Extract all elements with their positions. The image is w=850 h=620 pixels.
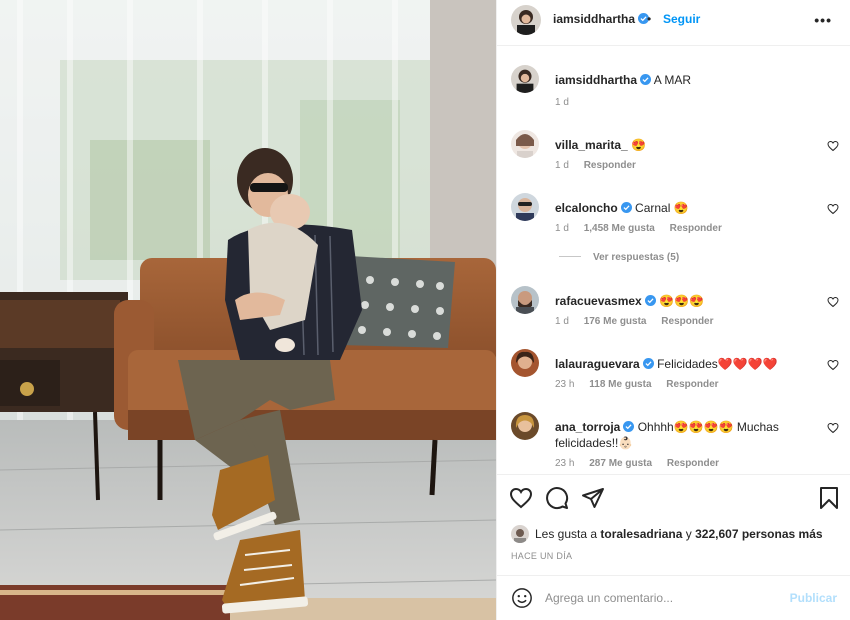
- comment-like-heart-icon[interactable]: [827, 359, 839, 371]
- liker-avatar[interactable]: [511, 525, 529, 543]
- comment-like-heart-icon[interactable]: [827, 203, 839, 215]
- share-icon[interactable]: [581, 486, 605, 510]
- follow-button[interactable]: Seguir: [663, 12, 700, 26]
- reply-button[interactable]: Responder: [667, 458, 719, 469]
- commenter-avatar[interactable]: [511, 349, 539, 377]
- post-actions: Les gusta a toralesadriana y 322,607 per…: [497, 474, 850, 574]
- comment-body: 😍: [631, 138, 647, 152]
- caption-avatar[interactable]: [511, 65, 539, 93]
- caption-meta: 1 d: [555, 97, 581, 108]
- comment-text: elcaloncho Carnal 😍: [555, 200, 815, 216]
- comment-time: 23 h: [555, 379, 575, 390]
- comment-meta: 1 d Responder: [555, 160, 648, 171]
- verified-badge-icon: [642, 358, 654, 369]
- post-header: iamsiddhartha • Seguir •••: [497, 0, 850, 46]
- commenter-avatar[interactable]: [511, 130, 539, 158]
- verified-badge-icon: [620, 202, 632, 213]
- comment-meta: 1 d 1,458 Me gusta Responder: [555, 223, 734, 234]
- more-options-icon[interactable]: •••: [814, 12, 832, 28]
- likes-summary: Les gusta a toralesadriana y 322,607 per…: [511, 525, 823, 543]
- comment-like-count[interactable]: 176 Me gusta: [584, 316, 647, 327]
- comment-input[interactable]: [545, 585, 775, 611]
- replies-divider: [559, 256, 581, 257]
- reply-button[interactable]: Responder: [666, 379, 718, 390]
- commenter-avatar[interactable]: [511, 412, 539, 440]
- comment-body: Felicidades❤️❤️❤️❤️: [657, 357, 778, 371]
- verified-badge-icon: [644, 295, 656, 306]
- publish-button[interactable]: Publicar: [790, 591, 837, 605]
- reply-button[interactable]: Responder: [661, 316, 713, 327]
- separator-dot: •: [647, 12, 652, 26]
- comment-text: villa_marita_ 😍: [555, 137, 815, 153]
- comment-username[interactable]: rafacuevasmex: [555, 294, 642, 308]
- comment-meta: 23 h 287 Me gusta Responder: [555, 458, 731, 469]
- view-replies-label[interactable]: Ver respuestas (5): [593, 252, 679, 263]
- post-photo[interactable]: [0, 0, 496, 620]
- add-comment-bar: Publicar: [497, 575, 850, 620]
- comment-like-count[interactable]: 287 Me gusta: [589, 458, 652, 469]
- comment-like-heart-icon[interactable]: [827, 296, 839, 308]
- likes-prefix: Les gusta a: [535, 527, 598, 541]
- comments-list[interactable]: iamsiddhartha A MAR 1 d villa_marita_ 😍 …: [497, 47, 850, 473]
- comment-time: 1 d: [555, 316, 569, 327]
- post-timestamp[interactable]: HACE UN DÍA: [511, 551, 572, 561]
- heart-icon[interactable]: [509, 486, 533, 510]
- view-replies-button[interactable]: Ver respuestas (5): [559, 252, 679, 263]
- caption-body: A MAR: [653, 73, 692, 87]
- comment-body: 😍😍😍: [659, 294, 704, 308]
- caption-time: 1 d: [555, 97, 569, 108]
- verified-badge-icon: [640, 74, 652, 85]
- bookmark-icon[interactable]: [817, 486, 841, 510]
- commenter-avatar[interactable]: [511, 286, 539, 314]
- comment-username[interactable]: villa_marita_: [555, 138, 628, 152]
- comment-username[interactable]: ana_torroja: [555, 420, 620, 434]
- caption-username[interactable]: iamsiddhartha: [555, 73, 637, 87]
- comment-text: lalauraguevara Felicidades❤️❤️❤️❤️: [555, 356, 815, 372]
- verified-badge-icon: [623, 421, 635, 432]
- comment-username[interactable]: lalauraguevara: [555, 357, 640, 371]
- caption-text: iamsiddhartha A MAR: [555, 72, 815, 88]
- comment-body: Carnal 😍: [635, 201, 689, 215]
- likes-connector: y: [685, 527, 692, 541]
- comment-text: rafacuevasmex 😍😍😍: [555, 293, 815, 309]
- emoji-icon[interactable]: [511, 587, 533, 609]
- likes-count[interactable]: 322,607 personas más: [695, 527, 822, 541]
- author-avatar[interactable]: [511, 5, 541, 35]
- post-side-panel: iamsiddhartha • Seguir ••• iamsiddhartha…: [496, 0, 850, 620]
- comment-like-count[interactable]: 118 Me gusta: [589, 379, 651, 390]
- comment-icon[interactable]: [545, 486, 569, 510]
- comment-time: 1 d: [555, 160, 569, 171]
- photo-illustration: [0, 0, 496, 620]
- author-username[interactable]: iamsiddhartha: [553, 12, 650, 26]
- comment-time: 23 h: [555, 458, 575, 469]
- commenter-avatar[interactable]: [511, 193, 539, 221]
- reply-button[interactable]: Responder: [670, 223, 722, 234]
- comment-like-heart-icon[interactable]: [827, 140, 839, 152]
- comment-like-heart-icon[interactable]: [827, 422, 839, 434]
- comment-time: 1 d: [555, 223, 569, 234]
- comment-meta: 1 d 176 Me gusta Responder: [555, 316, 726, 327]
- comment-like-count[interactable]: 1,458 Me gusta: [584, 223, 655, 234]
- comment-meta: 23 h 118 Me gusta Responder: [555, 379, 731, 390]
- comment-text: ana_torroja Ohhhh😍😍😍😍 Muchas felicidades…: [555, 419, 815, 451]
- comment-username[interactable]: elcaloncho: [555, 201, 618, 215]
- liker-username[interactable]: toralesadriana: [600, 527, 682, 541]
- reply-button[interactable]: Responder: [584, 160, 636, 171]
